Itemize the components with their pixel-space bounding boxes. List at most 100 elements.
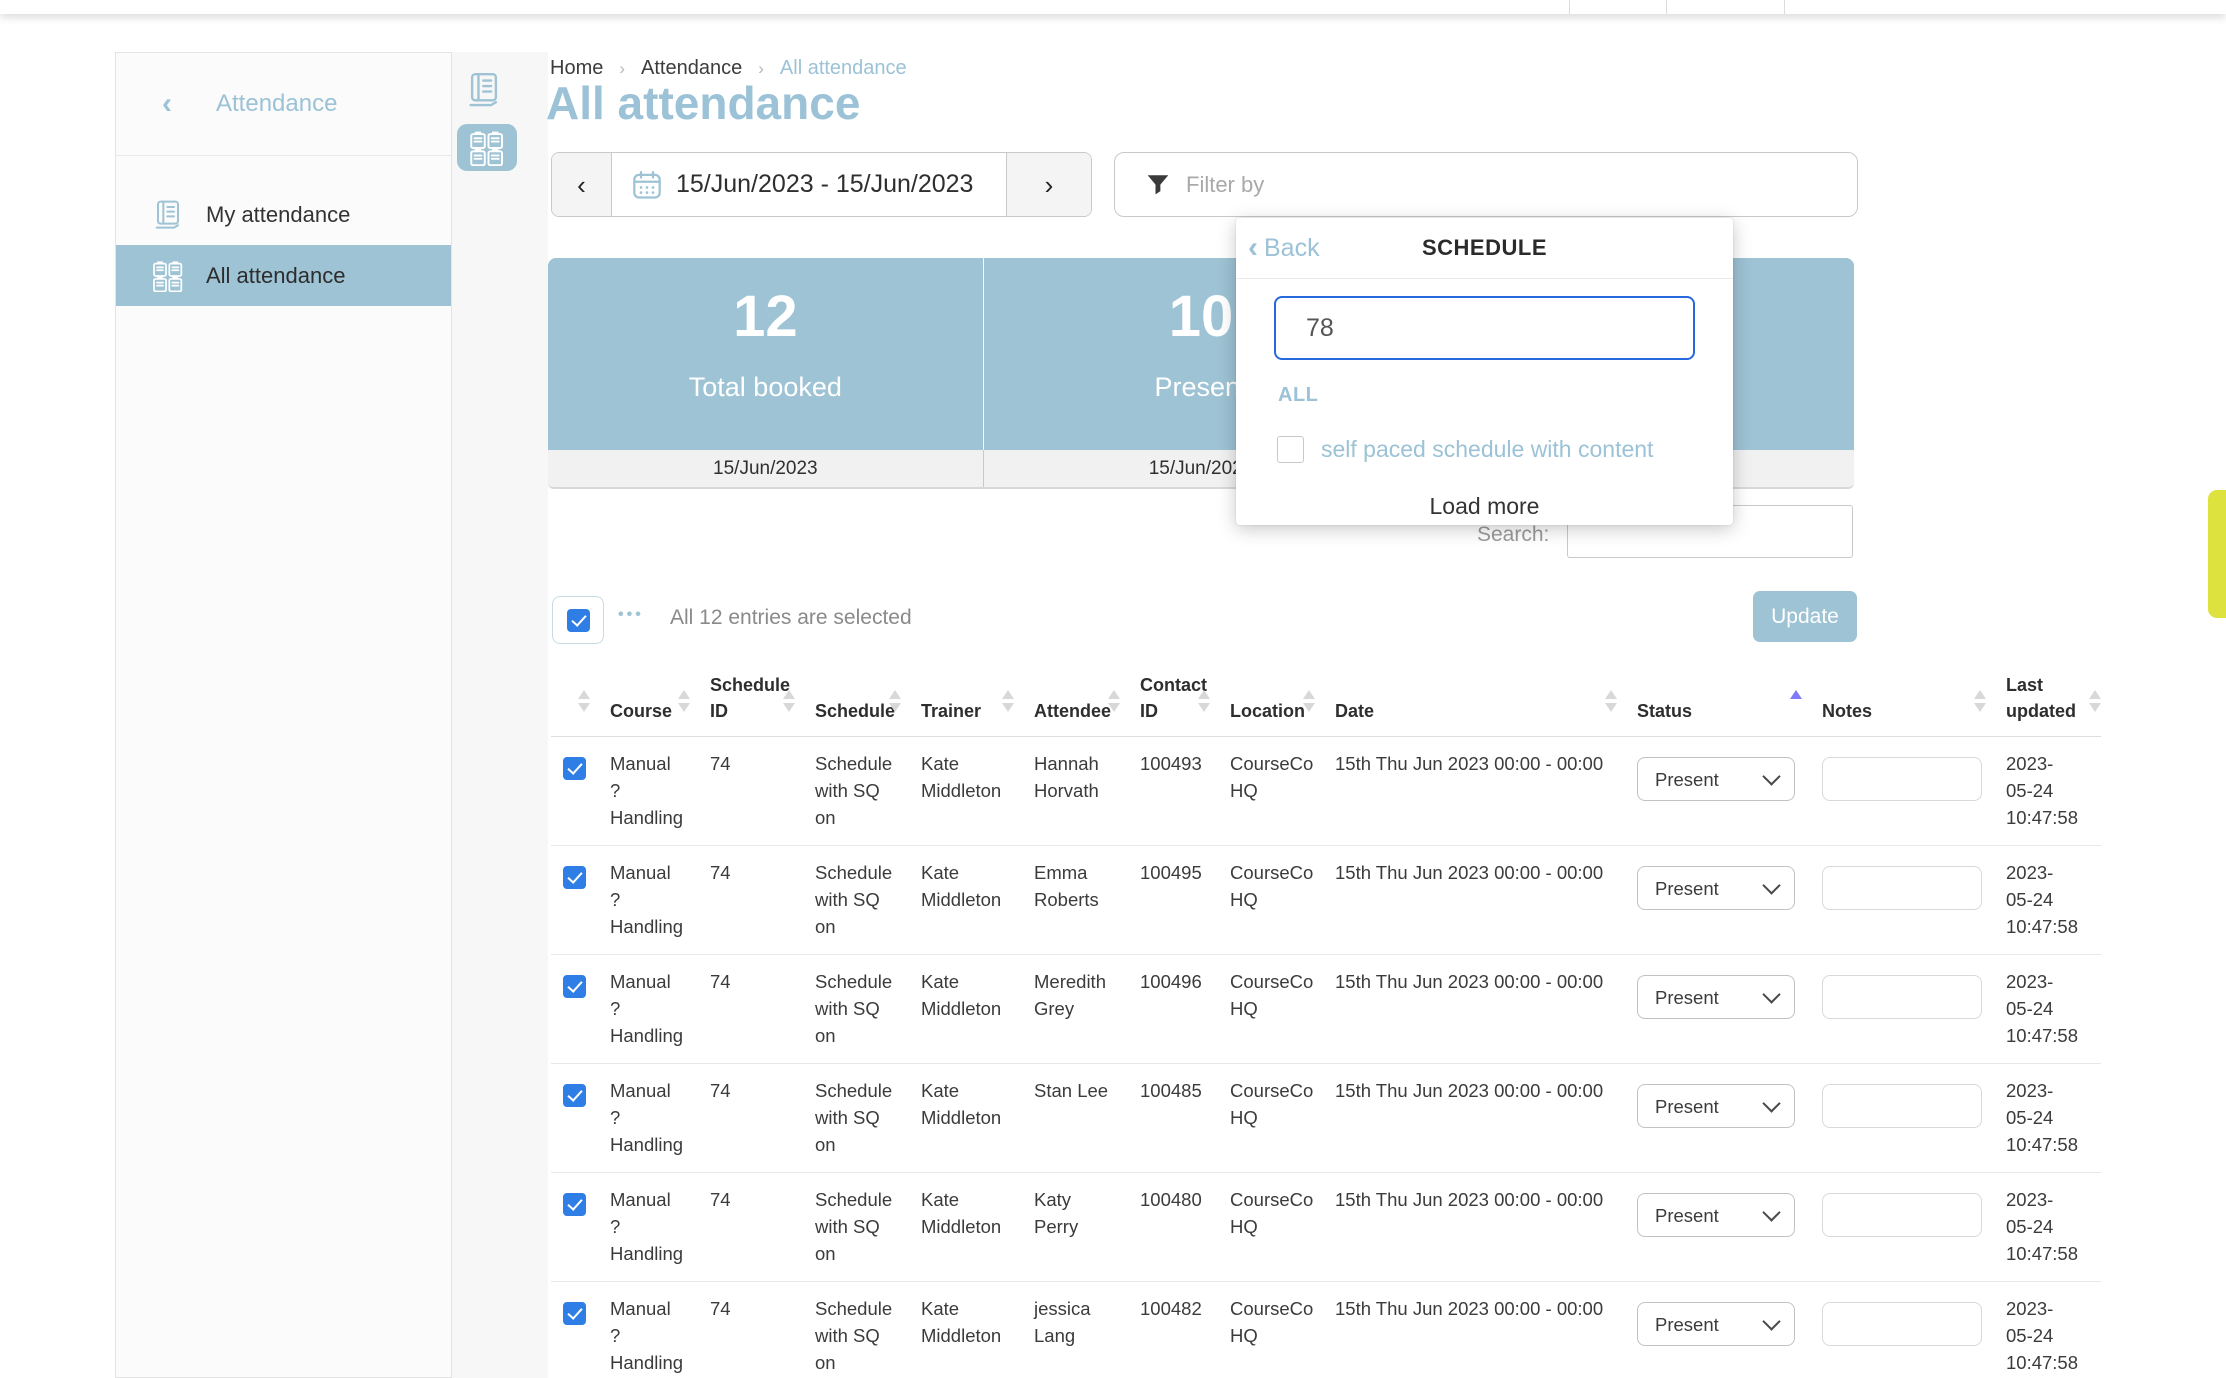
feedback-tab[interactable] xyxy=(2208,490,2226,618)
cell-schedule: Schedule with SQ on xyxy=(815,1282,921,1378)
chevron-left-icon: ‹ xyxy=(1248,235,1258,261)
row-checkbox[interactable] xyxy=(563,1302,586,1325)
load-more-button[interactable]: Load more xyxy=(1236,493,1733,520)
cell-notes xyxy=(1822,1282,2006,1378)
row-checkbox[interactable] xyxy=(563,757,586,780)
date-range-display[interactable]: 15/Jun/2023 - 15/Jun/2023 xyxy=(612,153,1006,216)
select-all-checkbox[interactable] xyxy=(567,609,590,632)
status-select[interactable]: Present xyxy=(1637,975,1795,1019)
sort-asc-icon xyxy=(889,690,901,699)
sort-icon[interactable] xyxy=(1974,690,1986,712)
cell-status: Present xyxy=(1637,1173,1822,1281)
date-prev-button[interactable]: ‹ xyxy=(552,153,612,216)
notebook-checklist-icon xyxy=(465,71,503,109)
sort-icon[interactable] xyxy=(1002,690,1014,712)
sort-asc-icon xyxy=(1605,690,1617,699)
cell-schedule_id: 74 xyxy=(710,1064,815,1172)
notes-input[interactable] xyxy=(1822,866,1982,910)
schedule-option-row[interactable]: self paced schedule with content xyxy=(1277,436,1653,463)
cell-text: 74 xyxy=(710,1186,770,1213)
notes-input[interactable] xyxy=(1822,1193,1982,1237)
cell-text: 2023-05-24 10:47:58 xyxy=(2006,750,2064,831)
sidebar-title: Attendance xyxy=(216,90,337,118)
sidebar-header: ‹ Attendance xyxy=(116,53,451,156)
sort-asc-icon xyxy=(1303,690,1315,699)
cell-text: Kate Middleton xyxy=(921,968,1013,1022)
notes-input[interactable] xyxy=(1822,1084,1982,1128)
chevron-left-icon: ‹ xyxy=(577,170,586,200)
stat-value: 12 xyxy=(733,284,798,350)
rail-all-attendance-button[interactable] xyxy=(457,124,517,171)
status-select-wrap: Present xyxy=(1637,1302,1795,1346)
cell-text: Manual ? Handling xyxy=(610,750,668,831)
sort-icon[interactable] xyxy=(1790,690,1802,699)
cell-select xyxy=(551,846,610,954)
cell-contact_id: 100485 xyxy=(1140,1064,1230,1172)
row-checkbox[interactable] xyxy=(563,975,586,998)
row-checkbox[interactable] xyxy=(563,1193,586,1216)
sort-icon[interactable] xyxy=(578,690,590,712)
cell-trainer: Kate Middleton xyxy=(921,1282,1034,1378)
cell-text: 15th Thu Jun 2023 00:00 - 00:00 xyxy=(1335,968,1629,995)
row-checkbox[interactable] xyxy=(563,866,586,889)
status-select[interactable]: Present xyxy=(1637,1193,1795,1237)
sort-icon[interactable] xyxy=(1198,690,1210,712)
sort-icon[interactable] xyxy=(1108,690,1120,712)
status-select[interactable]: Present xyxy=(1637,1302,1795,1346)
status-select[interactable]: Present xyxy=(1637,866,1795,910)
status-select[interactable]: Present xyxy=(1637,1084,1795,1128)
filter-input[interactable] xyxy=(1184,155,1857,214)
notes-input[interactable] xyxy=(1822,1302,1982,1346)
calendar-icon xyxy=(631,169,663,201)
cell-text: 15th Thu Jun 2023 00:00 - 00:00 xyxy=(1335,1077,1629,1104)
sort-icon[interactable] xyxy=(678,690,690,712)
sort-icon[interactable] xyxy=(1605,690,1617,712)
sort-icon[interactable] xyxy=(889,690,901,712)
cell-date: 15th Thu Jun 2023 00:00 - 00:00 xyxy=(1335,737,1637,845)
notes-input[interactable] xyxy=(1822,757,1982,801)
ellipsis-icon[interactable]: ••• xyxy=(618,606,644,624)
sidebar-item-my-attendance[interactable]: My attendance xyxy=(116,184,451,245)
chevron-left-icon[interactable]: ‹ xyxy=(162,89,172,119)
cell-text: 74 xyxy=(710,859,770,886)
column-header-label: Trainer xyxy=(921,698,981,724)
schedule-option-checkbox[interactable] xyxy=(1277,436,1304,463)
cell-text: Manual ? Handling xyxy=(610,1295,668,1376)
column-header-label: Date xyxy=(1335,698,1374,724)
chevron-right-icon: › xyxy=(1045,170,1054,200)
sort-desc-icon xyxy=(889,703,901,712)
cell-attendee: jessica Lang xyxy=(1034,1282,1140,1378)
column-header-label: Location xyxy=(1230,698,1305,724)
funnel-icon xyxy=(1145,172,1171,198)
sort-icon[interactable] xyxy=(2089,690,2101,712)
row-checkbox[interactable] xyxy=(563,1084,586,1107)
cell-location: CourseCo HQ xyxy=(1230,1282,1335,1378)
update-button[interactable]: Update xyxy=(1753,591,1857,642)
cell-text: CourseCo HQ xyxy=(1230,1186,1314,1240)
cell-last_updated: 2023-05-24 10:47:58 xyxy=(2006,1173,2101,1281)
column-header-trainer: Trainer xyxy=(921,660,1034,736)
cell-contact_id: 100495 xyxy=(1140,846,1230,954)
column-header-label: Status xyxy=(1637,698,1692,724)
cell-text: Kate Middleton xyxy=(921,1186,1013,1240)
date-next-button[interactable]: › xyxy=(1006,153,1091,216)
cell-text: 100482 xyxy=(1140,1295,1212,1322)
cell-schedule_id: 74 xyxy=(710,737,815,845)
schedule-search-input[interactable] xyxy=(1274,296,1695,360)
sort-icon[interactable] xyxy=(1303,690,1315,712)
filter-bar[interactable] xyxy=(1114,152,1858,217)
cell-text: 100493 xyxy=(1140,750,1212,777)
cell-attendee: Hannah Horvath xyxy=(1034,737,1140,845)
sort-icon[interactable] xyxy=(783,690,795,712)
cell-schedule: Schedule with SQ on xyxy=(815,955,921,1063)
notes-input[interactable] xyxy=(1822,975,1982,1019)
cell-status: Present xyxy=(1637,1064,1822,1172)
status-select-wrap: Present xyxy=(1637,866,1795,910)
rail-my-attendance-button[interactable] xyxy=(464,68,504,112)
sidebar-item-all-attendance[interactable]: All attendance xyxy=(116,245,451,306)
back-button[interactable]: ‹ Back xyxy=(1248,234,1320,263)
status-select[interactable]: Present xyxy=(1637,757,1795,801)
cell-text: 15th Thu Jun 2023 00:00 - 00:00 xyxy=(1335,859,1629,886)
cell-text: Katy Perry xyxy=(1034,1186,1118,1240)
cell-schedule_id: 74 xyxy=(710,955,815,1063)
